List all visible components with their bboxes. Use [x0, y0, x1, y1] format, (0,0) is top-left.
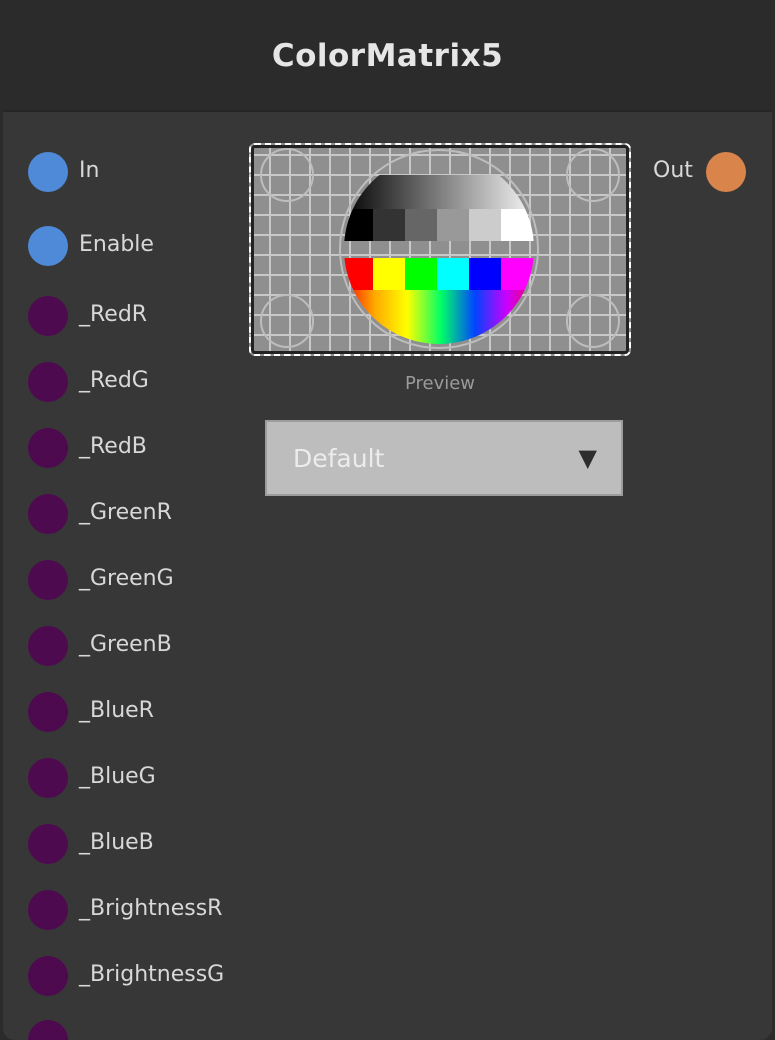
port-dot-icon[interactable] — [28, 890, 68, 930]
node-title: ColorMatrix5 — [271, 38, 504, 74]
preview-image — [249, 143, 631, 356]
test-pattern-icon — [260, 148, 620, 349]
port-dot-icon[interactable] — [28, 296, 68, 336]
port-dot-icon[interactable] — [706, 152, 746, 192]
port-label: Out — [653, 158, 693, 183]
mode-dropdown[interactable]: Default ▼ — [265, 420, 623, 496]
port-dot-icon[interactable] — [28, 1020, 68, 1040]
port-dot-icon[interactable] — [28, 824, 68, 864]
port-label: _BrightnessG — [79, 962, 225, 987]
node-header[interactable]: ColorMatrix5 — [3, 0, 772, 112]
port-dot-icon[interactable] — [28, 758, 68, 798]
port-label: In — [79, 158, 100, 183]
port-label: _RedG — [79, 368, 149, 393]
port-label: _GreenG — [79, 566, 174, 591]
port-label: _RedB — [79, 434, 147, 459]
port-dot-icon[interactable] — [28, 428, 68, 468]
port-dot-icon[interactable] — [28, 560, 68, 600]
port-label: _GreenR — [79, 500, 172, 525]
port-label: _BrightnessR — [79, 896, 223, 921]
triangle-down-icon[interactable]: ▼ — [579, 444, 597, 472]
port-label: _BlueR — [79, 698, 154, 723]
colormatrix5-node[interactable]: ColorMatrix5 In Enable _RedR _RedG _RedB… — [3, 0, 772, 1040]
preview-label: Preview — [404, 373, 476, 394]
port-dot-icon[interactable] — [28, 152, 68, 192]
port-label: Enable — [79, 232, 154, 257]
port-label: _BlueG — [79, 764, 156, 789]
port-label: _GreenB — [79, 632, 172, 657]
port-dot-icon[interactable] — [28, 494, 68, 534]
port-label: _RedR — [79, 302, 148, 327]
dropdown-selected-value: Default — [293, 444, 385, 473]
port-dot-icon[interactable] — [28, 626, 68, 666]
port-dot-icon[interactable] — [28, 362, 68, 402]
port-dot-icon[interactable] — [28, 692, 68, 732]
port-dot-icon[interactable] — [28, 226, 68, 266]
port-label: _BlueB — [79, 830, 154, 855]
port-dot-icon[interactable] — [28, 956, 68, 996]
output-port-out[interactable]: Out — [653, 152, 748, 192]
